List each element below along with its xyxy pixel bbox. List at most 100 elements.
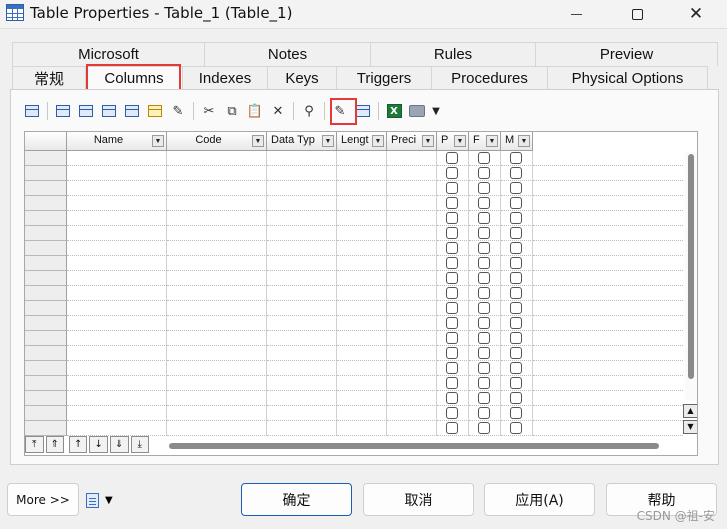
grid-cell[interactable] xyxy=(267,256,337,271)
grid-cell[interactable] xyxy=(469,391,501,406)
chevron-down-icon[interactable]: ▼ xyxy=(252,135,264,147)
grid-cell[interactable] xyxy=(437,376,469,391)
grid-cell[interactable] xyxy=(469,361,501,376)
column-header-name[interactable]: Name ▼ xyxy=(67,132,167,151)
grid-cell[interactable] xyxy=(501,211,533,226)
tab-rules[interactable]: Rules xyxy=(370,42,536,66)
grid-cell[interactable] xyxy=(469,256,501,271)
grid-cell[interactable] xyxy=(67,406,167,421)
grid-cell[interactable] xyxy=(167,241,267,256)
checkbox[interactable] xyxy=(478,302,490,314)
tab-general[interactable]: 常规 xyxy=(12,66,86,90)
grid-cell[interactable] xyxy=(533,331,683,346)
chevron-down-icon[interactable]: ▼ xyxy=(422,135,434,147)
grid-cell[interactable] xyxy=(437,166,469,181)
checkbox[interactable] xyxy=(446,272,458,284)
grid-cell[interactable] xyxy=(267,331,337,346)
move-up-icon[interactable]: ↑ xyxy=(68,436,88,453)
grid-cell[interactable] xyxy=(437,301,469,316)
grid-cell[interactable] xyxy=(387,286,437,301)
table-row[interactable] xyxy=(25,241,697,256)
grid-cell[interactable] xyxy=(533,376,683,391)
properties-icon[interactable] xyxy=(23,102,41,120)
grid-cell[interactable] xyxy=(437,346,469,361)
row-header[interactable] xyxy=(25,241,67,256)
grid-cell[interactable] xyxy=(501,256,533,271)
grid-cell[interactable] xyxy=(337,151,387,166)
grid-cell[interactable] xyxy=(533,316,683,331)
column-header-precision[interactable]: Preci ▼ xyxy=(387,132,437,151)
grid-cell[interactable] xyxy=(267,376,337,391)
grid-cell[interactable] xyxy=(501,286,533,301)
checkbox[interactable] xyxy=(478,347,490,359)
grid-cell[interactable] xyxy=(167,301,267,316)
chevron-down-icon[interactable]: ▼ xyxy=(486,135,498,147)
checkbox[interactable] xyxy=(510,317,522,329)
grid-cell[interactable] xyxy=(533,256,683,271)
grid-cell[interactable] xyxy=(533,226,683,241)
grid-cell[interactable] xyxy=(533,271,683,286)
grid-cell[interactable] xyxy=(501,301,533,316)
checkbox[interactable] xyxy=(478,407,490,419)
checkbox[interactable] xyxy=(510,392,522,404)
table-row[interactable] xyxy=(25,406,697,421)
table-row[interactable] xyxy=(25,211,697,226)
column-header-length[interactable]: Lengt ▼ xyxy=(337,132,387,151)
grid-cell[interactable] xyxy=(387,331,437,346)
table-row[interactable] xyxy=(25,271,697,286)
grid-cell[interactable] xyxy=(469,181,501,196)
grid-cell[interactable] xyxy=(67,271,167,286)
row-header[interactable] xyxy=(25,166,67,181)
dropdown-arrow-icon[interactable]: ▼ xyxy=(431,102,441,120)
column-header-foreign[interactable]: F ▼ xyxy=(469,132,501,151)
grid-cell[interactable] xyxy=(167,421,267,436)
checkbox[interactable] xyxy=(446,167,458,179)
row-header[interactable] xyxy=(25,196,67,211)
checkbox[interactable] xyxy=(510,287,522,299)
grid-cell[interactable] xyxy=(533,211,683,226)
grid-cell[interactable] xyxy=(337,361,387,376)
grid-cell[interactable] xyxy=(67,211,167,226)
generate-preview-button[interactable]: ▼ xyxy=(86,491,120,509)
grid-cell[interactable] xyxy=(67,256,167,271)
tab-preview[interactable]: Preview xyxy=(535,42,718,66)
checkbox[interactable] xyxy=(478,197,490,209)
grid-cell[interactable] xyxy=(437,226,469,241)
checkbox[interactable] xyxy=(446,377,458,389)
grid-cell[interactable] xyxy=(437,421,469,436)
grid-cell[interactable] xyxy=(387,241,437,256)
grid-cell[interactable] xyxy=(167,346,267,361)
grid-cell[interactable] xyxy=(337,346,387,361)
checkbox[interactable] xyxy=(478,422,490,434)
grid-cell[interactable] xyxy=(67,166,167,181)
grid-cell[interactable] xyxy=(469,286,501,301)
row-header[interactable] xyxy=(25,421,67,436)
grid-cell[interactable] xyxy=(501,241,533,256)
grid-cell[interactable] xyxy=(387,361,437,376)
grid-cell[interactable] xyxy=(469,271,501,286)
table-row[interactable] xyxy=(25,421,697,436)
grid-cell[interactable] xyxy=(501,181,533,196)
grid-cell[interactable] xyxy=(469,346,501,361)
checkbox[interactable] xyxy=(510,407,522,419)
row-header[interactable] xyxy=(25,406,67,421)
checkbox[interactable] xyxy=(478,212,490,224)
grid-cell[interactable] xyxy=(501,271,533,286)
checkbox[interactable] xyxy=(446,152,458,164)
row-header[interactable] xyxy=(25,226,67,241)
grid-cell[interactable] xyxy=(501,166,533,181)
checkbox[interactable] xyxy=(510,197,522,209)
copy-icon[interactable]: ⧉ xyxy=(223,102,241,120)
grid-cell[interactable] xyxy=(67,181,167,196)
grid-cell[interactable] xyxy=(67,421,167,436)
grid-cell[interactable] xyxy=(533,181,683,196)
grid-cell[interactable] xyxy=(337,241,387,256)
grid-cell[interactable] xyxy=(437,406,469,421)
grid-cell[interactable] xyxy=(267,226,337,241)
grid-cell[interactable] xyxy=(67,226,167,241)
checkbox[interactable] xyxy=(510,257,522,269)
grid-cell[interactable] xyxy=(167,256,267,271)
column-header-mandatory[interactable]: M ▼ xyxy=(501,132,533,151)
table-row[interactable] xyxy=(25,226,697,241)
grid-cell[interactable] xyxy=(469,241,501,256)
